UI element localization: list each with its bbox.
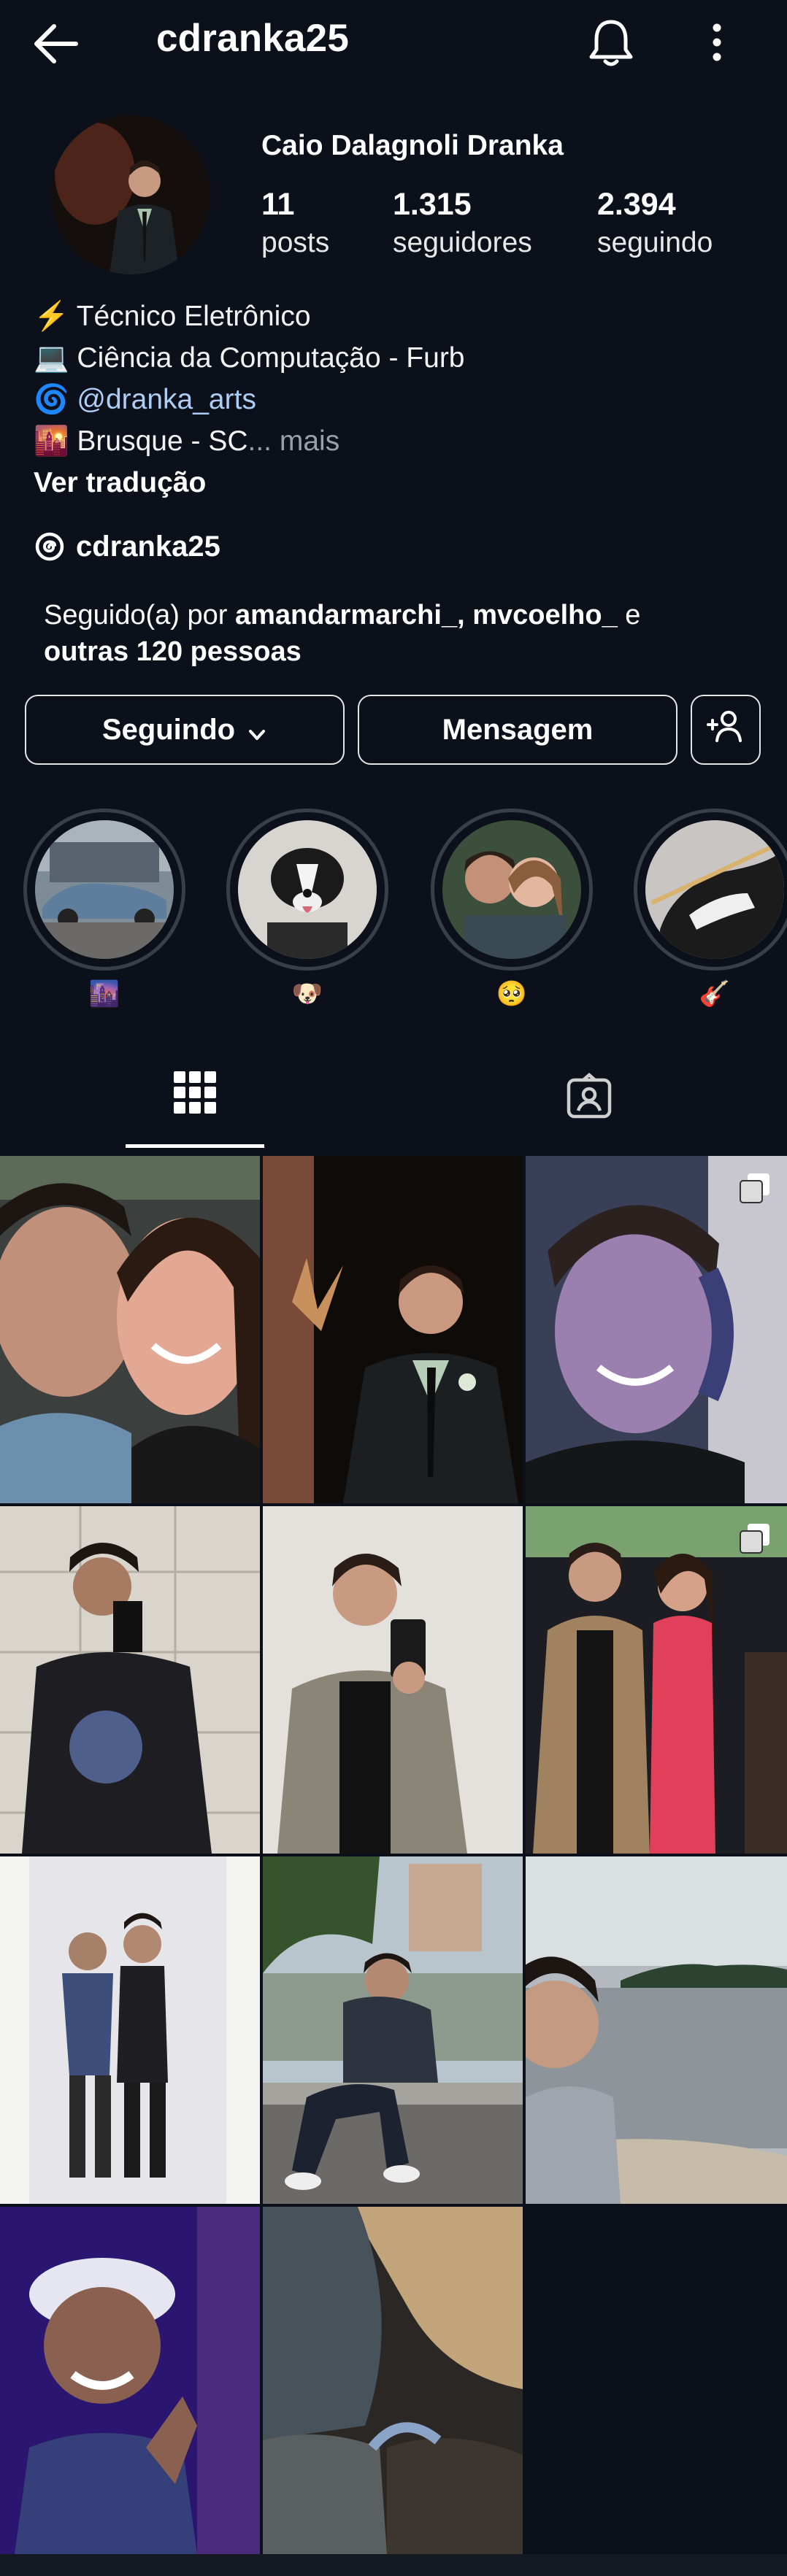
stat-posts-label: posts bbox=[261, 227, 330, 258]
message-button-label: Mensagem bbox=[442, 713, 594, 746]
bio-emoji: 🌇 bbox=[34, 425, 69, 457]
chevron-down-icon bbox=[247, 720, 267, 740]
post-thumbnail[interactable] bbox=[263, 2207, 523, 2554]
message-button[interactable]: Mensagem bbox=[358, 695, 677, 765]
post-thumbnail[interactable] bbox=[526, 1856, 787, 2204]
highlight-cover bbox=[35, 820, 174, 959]
bio-text: Brusque - SC bbox=[77, 425, 248, 457]
post-thumbnail[interactable] bbox=[263, 1156, 523, 1503]
bio-emoji: 💻 bbox=[34, 342, 69, 374]
bio-mention-link[interactable]: @dranka_arts bbox=[77, 384, 256, 415]
profile-username-title: cdranka25 bbox=[156, 17, 350, 60]
following-button-label: Seguindo bbox=[101, 713, 236, 746]
post-thumbnail[interactable] bbox=[0, 1506, 260, 1854]
highlight-cover bbox=[442, 820, 581, 959]
highlight-label: 🌆 bbox=[88, 980, 120, 1008]
post-thumbnail[interactable] bbox=[0, 2207, 260, 2554]
threads-link[interactable]: cdranka25 bbox=[34, 531, 220, 563]
bio-text: Técnico Eletrônico bbox=[76, 301, 311, 332]
story-highlight[interactable] bbox=[634, 809, 787, 971]
stat-followers[interactable]: 1.315 seguidores bbox=[393, 187, 532, 259]
active-tab-indicator bbox=[126, 1144, 264, 1148]
followed-by-text[interactable]: Seguido(a) por amandarmarchi_, mvcoelho_… bbox=[44, 597, 640, 670]
story-highlight[interactable] bbox=[226, 809, 388, 971]
carousel-icon bbox=[739, 1522, 771, 1554]
bio-line: ⚡ Técnico Eletrônico bbox=[34, 299, 311, 333]
stat-posts[interactable]: 11 posts bbox=[261, 187, 329, 259]
system-nav-bar bbox=[0, 2554, 787, 2576]
stat-followers-count: 1.315 bbox=[393, 187, 472, 222]
post-thumbnail[interactable] bbox=[0, 1856, 260, 2204]
bio-line: 💻 Ciência da Computação - Furb bbox=[34, 341, 465, 374]
threads-handle: cdranka25 bbox=[76, 531, 220, 563]
post-thumbnail[interactable] bbox=[0, 1156, 260, 1503]
stat-following-label: seguindo bbox=[597, 227, 713, 258]
story-highlight[interactable] bbox=[431, 809, 593, 971]
followed-by-and: e bbox=[617, 600, 641, 630]
bio-emoji: ⚡ bbox=[34, 301, 69, 332]
threads-icon bbox=[34, 531, 66, 563]
stat-following[interactable]: 2.394 seguindo bbox=[597, 187, 713, 259]
tagged-icon[interactable] bbox=[565, 1073, 613, 1121]
see-translation-link[interactable]: Ver tradução bbox=[34, 467, 206, 499]
grid-icon[interactable] bbox=[172, 1070, 218, 1115]
more-vertical-icon[interactable] bbox=[702, 19, 732, 66]
stat-followers-label: seguidores bbox=[393, 227, 532, 258]
highlight-cover bbox=[238, 820, 377, 959]
stat-posts-count: 11 bbox=[261, 187, 295, 222]
followed-by-others: outras 120 pessoas bbox=[44, 636, 302, 667]
suggest-person-button[interactable] bbox=[691, 695, 761, 765]
followed-by-prefix: Seguido(a) por bbox=[44, 600, 235, 630]
bio-line: 🌇 Brusque - SC... mais bbox=[34, 424, 339, 458]
bio-text: Ciência da Computação - Furb bbox=[77, 342, 465, 374]
stat-following-count: 2.394 bbox=[597, 187, 676, 222]
profile-full-name: Caio Dalagnoli Dranka bbox=[261, 130, 564, 161]
bio-more-link[interactable]: ... mais bbox=[248, 425, 340, 457]
following-button[interactable]: Seguindo bbox=[25, 695, 345, 765]
avatar[interactable] bbox=[51, 115, 210, 274]
bio-emoji: 🌀 bbox=[34, 384, 69, 415]
post-thumbnail[interactable] bbox=[263, 1506, 523, 1854]
add-person-icon bbox=[705, 709, 746, 751]
post-thumbnail[interactable] bbox=[263, 1856, 523, 2204]
top-bar: cdranka25 bbox=[0, 0, 787, 86]
highlight-label: 🐶 bbox=[291, 980, 323, 1008]
carousel-icon bbox=[739, 1172, 771, 1204]
post-thumbnail[interactable] bbox=[526, 1506, 787, 1854]
story-highlight[interactable] bbox=[23, 809, 185, 971]
highlight-label: 🎸 bbox=[699, 980, 731, 1008]
bell-icon[interactable] bbox=[586, 16, 637, 69]
bio-line: 🌀 @dranka_arts bbox=[34, 382, 256, 416]
highlight-cover bbox=[645, 820, 784, 959]
highlight-label: 🥺 bbox=[496, 980, 528, 1008]
arrow-left-icon[interactable] bbox=[29, 20, 88, 67]
followed-by-names: amandarmarchi_, mvcoelho_ bbox=[234, 600, 618, 630]
post-thumbnail[interactable] bbox=[526, 1156, 787, 1503]
